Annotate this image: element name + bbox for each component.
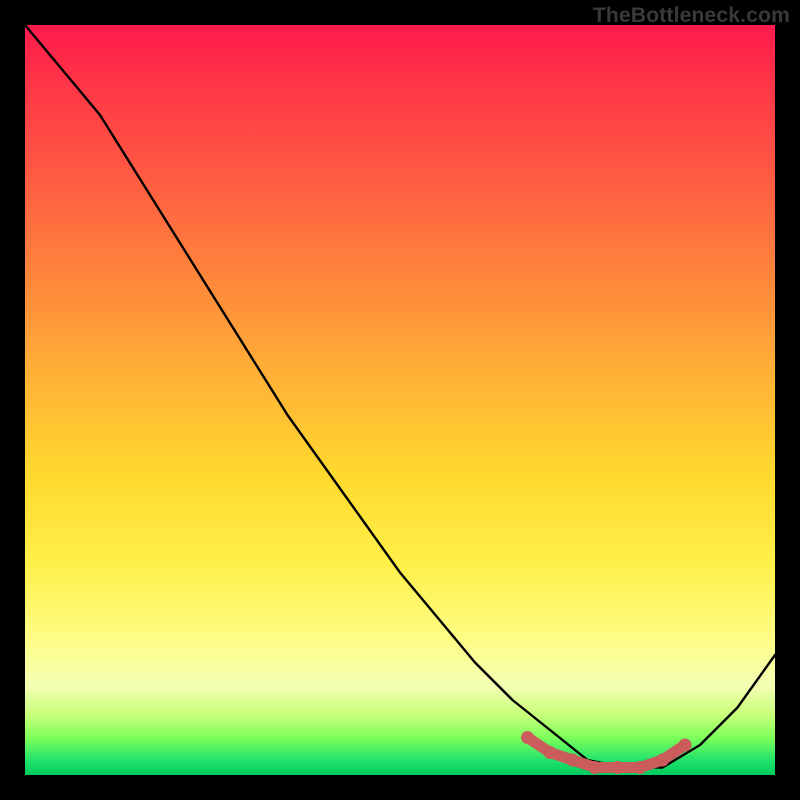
chart-svg <box>25 25 775 775</box>
highlight-dot <box>521 731 534 744</box>
highlight-dot <box>589 761 602 774</box>
highlight-dot <box>544 746 557 759</box>
chart-plot-area <box>25 25 775 775</box>
highlight-dot <box>566 754 579 767</box>
highlight-dot <box>656 754 669 767</box>
highlight-dot <box>611 761 624 774</box>
bottleneck-curve <box>25 25 775 768</box>
highlight-dot <box>634 761 647 774</box>
highlight-dot <box>679 739 692 752</box>
watermark-text: TheBottleneck.com <box>593 4 790 28</box>
chart-frame: TheBottleneck.com <box>0 0 800 800</box>
